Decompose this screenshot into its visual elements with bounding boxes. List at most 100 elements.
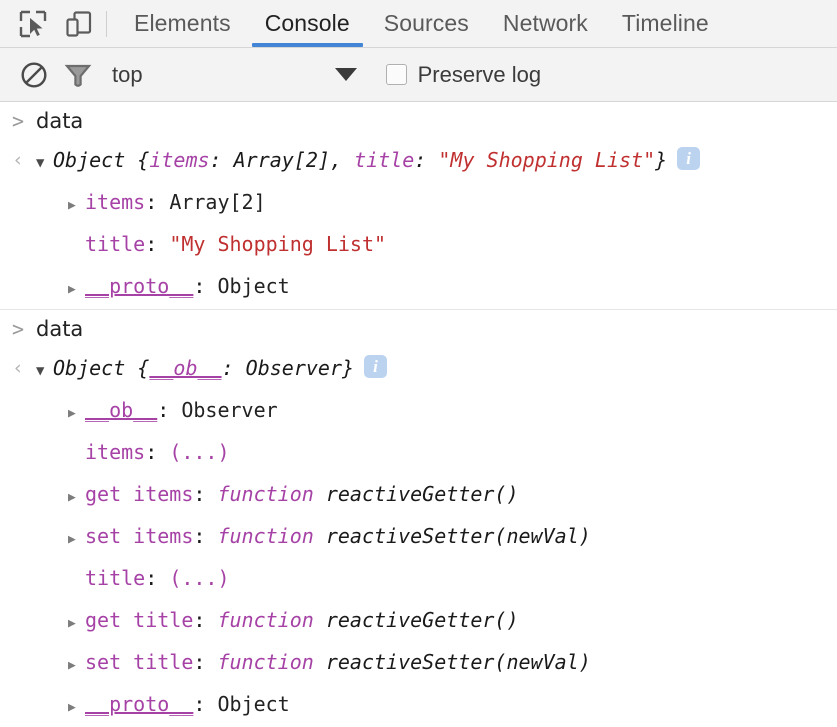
object-property-row[interactable]: ▶ __ob__: Observer [0, 391, 837, 433]
property-key: title [85, 566, 146, 590]
object-property-row[interactable]: title: "My Shopping List" [0, 225, 837, 267]
chevron-down-icon[interactable] [334, 68, 357, 81]
object-property-row[interactable]: ▶ set items: function reactiveSetter(newV… [0, 517, 837, 559]
disclosure-triangle-icon[interactable]: ▶ [68, 688, 85, 727]
property-separator: : [193, 482, 218, 506]
property-cell: ▶ get items: function reactiveGetter() [36, 475, 519, 517]
console-message-group: > data ‹ ▼ Object {__ob__: Observer} i ▶ __ob__… [0, 310, 837, 727]
property-key: get items [85, 482, 194, 506]
console-message-list[interactable]: > data ‹ ▼ Object {items: Array[2], title: "… [0, 102, 837, 727]
object-property-row[interactable]: ▶ __proto__: Object [0, 267, 837, 309]
function-signature: reactiveGetter() [325, 608, 519, 632]
function-keyword: function [217, 524, 326, 548]
property-separator: : [145, 440, 170, 464]
object-property-row[interactable]: ▶ __proto__: Object [0, 685, 837, 727]
preview-token: : [221, 356, 246, 380]
property-cell: items: (...) [36, 433, 230, 475]
property-value: Array[2] [169, 190, 266, 214]
prompt-marker-icon: > [11, 317, 25, 341]
property-value: (...) [169, 566, 230, 590]
property-key: items [85, 190, 146, 214]
object-type-label: Object { [53, 356, 150, 380]
clear-console-icon[interactable] [12, 53, 56, 97]
console-input-row[interactable]: > data [0, 102, 837, 141]
info-icon[interactable]: i [364, 355, 388, 378]
console-message-group: > data ‹ ▼ Object {items: Array[2], title: "… [0, 102, 837, 310]
disclosure-triangle-open-icon[interactable]: ▼ [36, 352, 53, 391]
inspect-cursor-icon[interactable] [10, 1, 56, 47]
preserve-log-label: Preserve log [417, 61, 542, 87]
preview-token: , [329, 148, 355, 172]
preview-token: } [655, 148, 668, 172]
property-value: Object [217, 274, 290, 298]
tab-timeline[interactable]: Timeline [605, 0, 726, 47]
object-preview: ▼ Object {__ob__: Observer} i [36, 349, 388, 391]
object-property-row[interactable]: items: (...) [0, 433, 837, 475]
info-icon[interactable]: i [677, 147, 701, 170]
property-separator: : [145, 566, 170, 590]
console-command-text: data [36, 109, 84, 133]
property-separator: : [145, 190, 170, 214]
function-keyword: function [217, 608, 326, 632]
disclosure-triangle-open-icon[interactable]: ▼ [36, 144, 53, 183]
device-toolbar-icon[interactable] [56, 1, 102, 47]
function-signature: reactiveGetter() [325, 482, 519, 506]
tab-elements[interactable]: Elements [117, 0, 248, 47]
function-signature: reactiveSetter(newVal) [325, 524, 591, 548]
preview-token: __ob__ [149, 356, 222, 380]
property-separator: : [157, 398, 182, 422]
object-property-row[interactable]: ▶ get items: function reactiveGetter() [0, 475, 837, 517]
object-property-row[interactable]: ▶ get title: function reactiveGetter() [0, 601, 837, 643]
console-filterbar: top Preserve log [0, 48, 837, 102]
property-value: (...) [169, 440, 230, 464]
object-preview: ▼ Object {items: Array[2], title: "My Sho… [36, 141, 701, 183]
property-cell: title: "My Shopping List" [36, 225, 386, 267]
disclosure-triangle-icon[interactable]: ▶ [68, 604, 85, 643]
tab-sources[interactable]: Sources [367, 0, 486, 47]
console-output-row[interactable]: ‹ ▼ Object {__ob__: Observer} i [0, 349, 837, 391]
disclosure-triangle-icon[interactable]: ▶ [68, 520, 85, 559]
property-key: get title [85, 608, 194, 632]
toolbar-divider [106, 10, 107, 37]
property-cell: ▶ items: Array[2] [36, 183, 266, 225]
property-separator: : [193, 650, 218, 674]
property-key: __proto__ [85, 692, 194, 716]
disclosure-triangle-icon[interactable]: ▶ [68, 394, 85, 433]
object-property-row[interactable]: ▶ items: Array[2] [0, 183, 837, 225]
function-keyword: function [217, 650, 326, 674]
console-output-row[interactable]: ‹ ▼ Object {items: Array[2], title: "My Sh… [0, 141, 837, 183]
preview-token: : [209, 148, 234, 172]
devtools-tabbar: Elements Console Sources Network Timelin… [0, 0, 837, 48]
disclosure-triangle-icon[interactable]: ▶ [68, 270, 85, 309]
preview-token: "My Shopping List" [438, 148, 656, 172]
tab-network[interactable]: Network [486, 0, 605, 47]
property-cell: ▶ __ob__: Observer [36, 391, 278, 433]
execution-context-selector[interactable]: top [112, 62, 143, 88]
filter-funnel-icon[interactable] [56, 53, 100, 97]
preserve-log-checkbox[interactable] [385, 64, 407, 85]
disclosure-triangle-icon[interactable]: ▶ [68, 646, 85, 685]
preserve-log-control[interactable]: Preserve log [385, 61, 542, 88]
object-property-row[interactable]: ▶ set title: function reactiveSetter(newV… [0, 643, 837, 685]
property-key: set title [85, 650, 194, 674]
object-type-label: Object { [53, 148, 150, 172]
property-key: __proto__ [85, 274, 194, 298]
output-marker-icon: ‹ [12, 357, 24, 379]
tab-console[interactable]: Console [248, 0, 367, 47]
property-separator: : [193, 608, 218, 632]
preview-token: Array[2] [233, 148, 330, 172]
object-property-row[interactable]: title: (...) [0, 559, 837, 601]
preview-token: title [354, 148, 415, 172]
property-separator: : [193, 524, 218, 548]
property-key: __ob__ [85, 398, 158, 422]
disclosure-triangle-icon[interactable]: ▶ [68, 186, 85, 225]
property-key: items [85, 440, 146, 464]
disclosure-triangle-icon[interactable]: ▶ [68, 478, 85, 517]
property-separator: : [145, 232, 170, 256]
property-value: Observer [181, 398, 278, 422]
console-input-row[interactable]: > data [0, 310, 837, 349]
prompt-marker-icon: > [11, 109, 25, 133]
